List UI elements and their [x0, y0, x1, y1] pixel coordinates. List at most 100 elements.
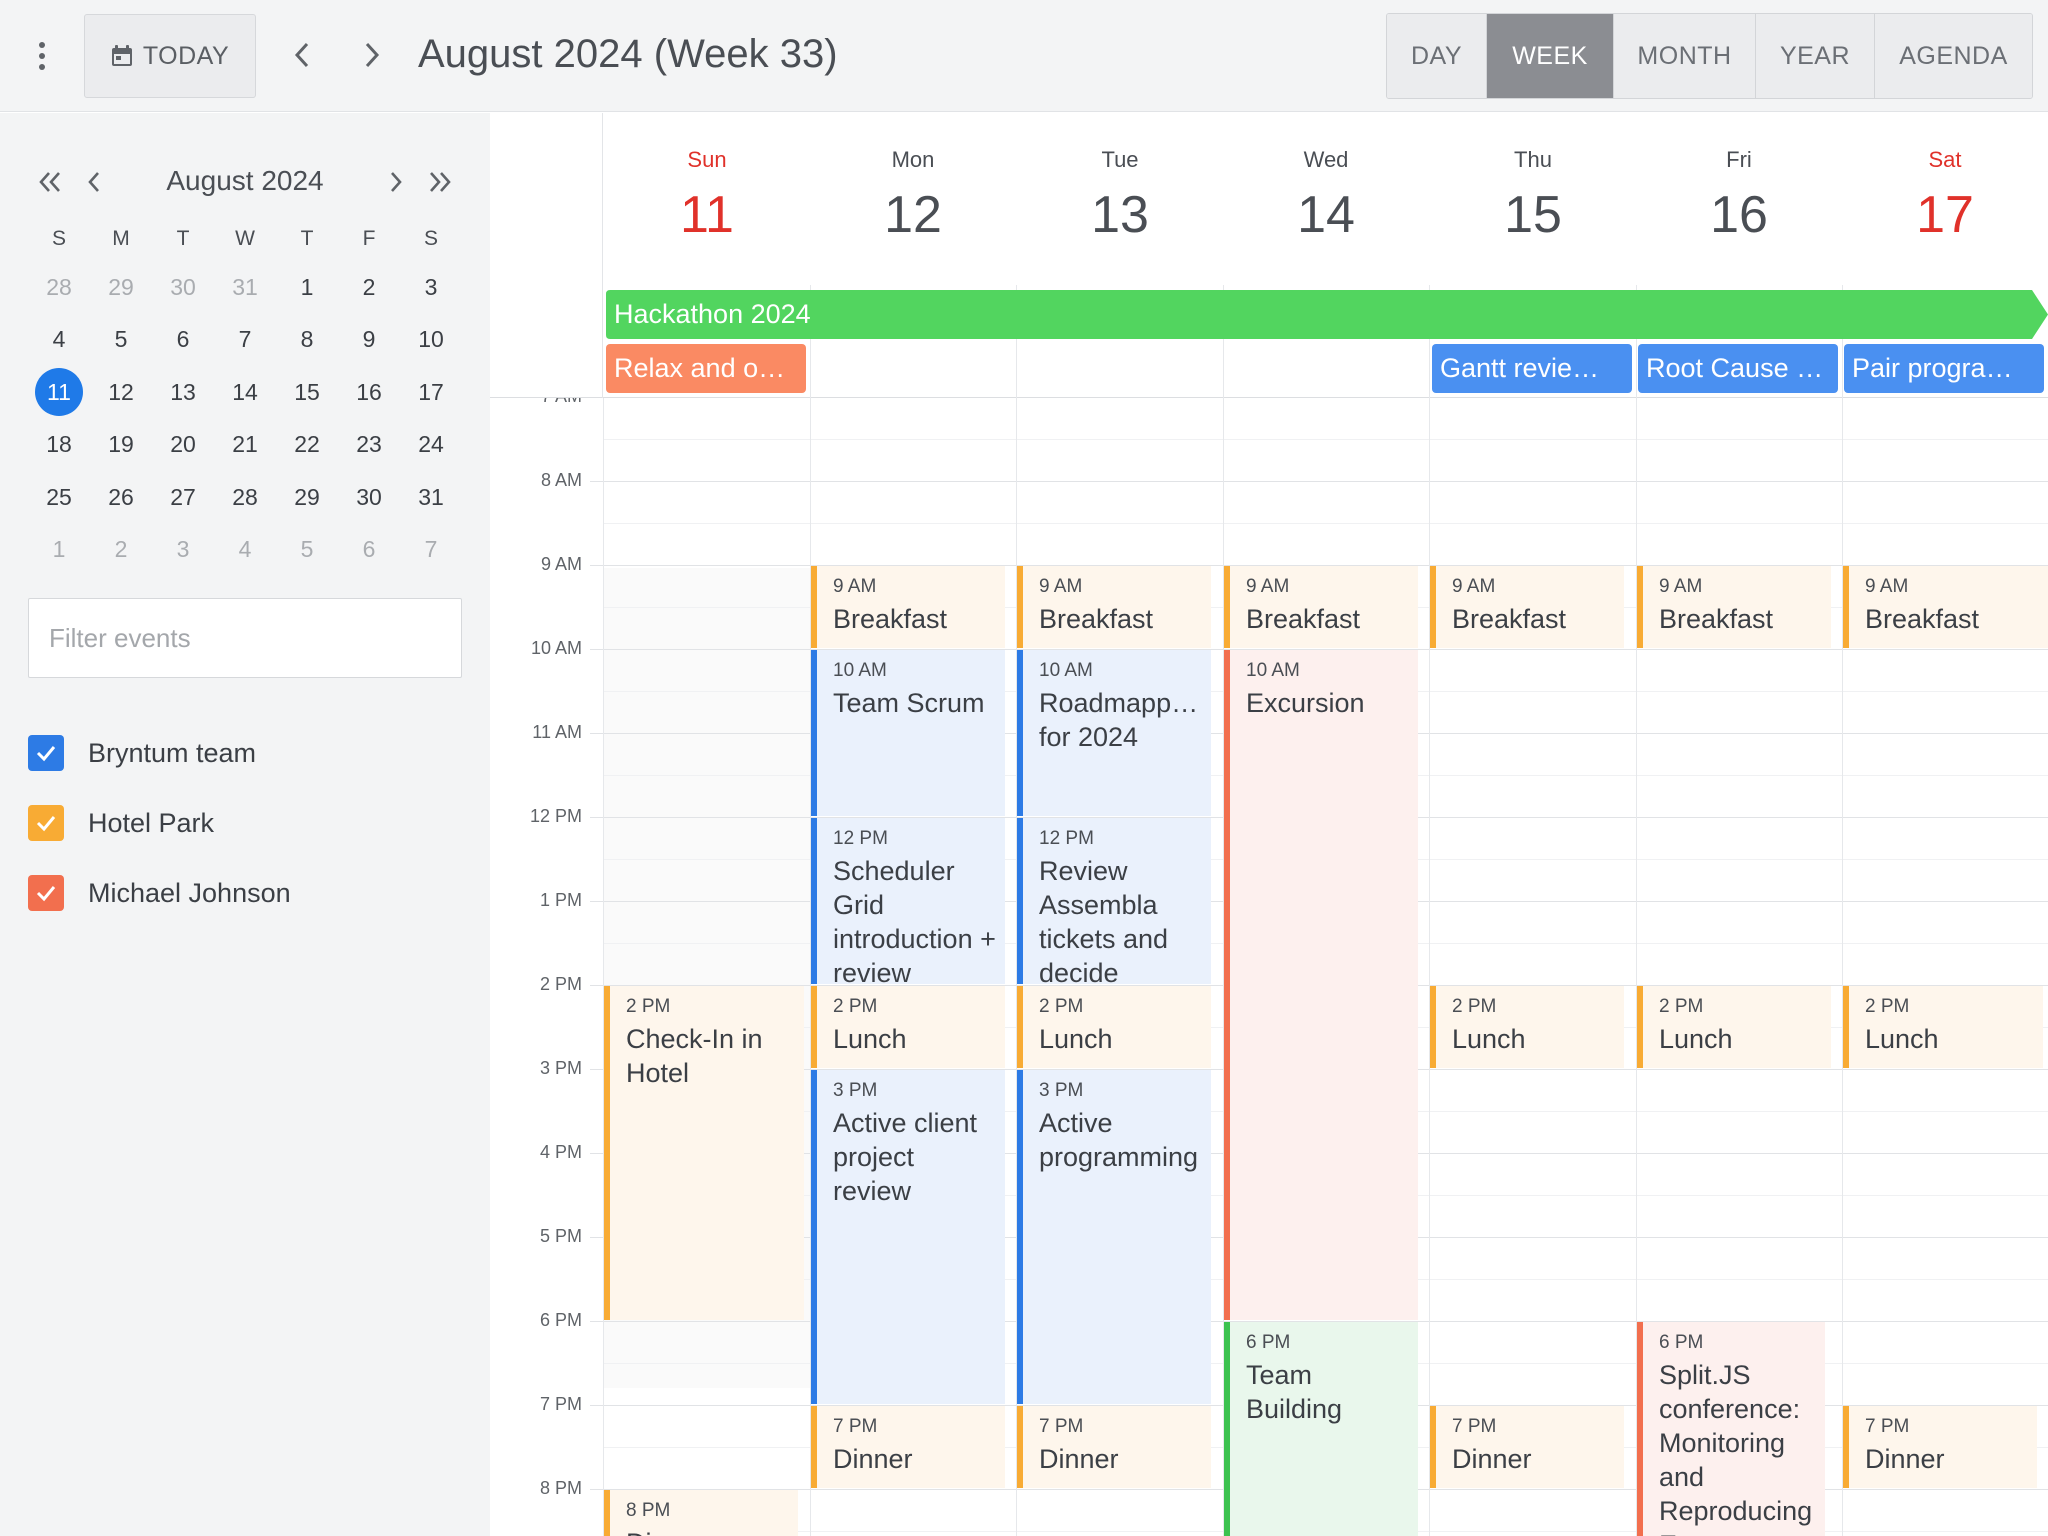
all-day-event-relax[interactable]: Relax and o…	[606, 344, 806, 393]
mini-calendar-day[interactable]: 6	[338, 524, 400, 577]
mini-calendar-day[interactable]: 26	[90, 471, 152, 524]
mini-calendar-day[interactable]: 12	[90, 366, 152, 419]
mode-day-button[interactable]: DAY	[1387, 14, 1487, 98]
event-breakfast-wed[interactable]: 9 AM Breakfast	[1224, 566, 1418, 648]
mini-calendar-day[interactable]: 4	[28, 314, 90, 367]
event-excursion[interactable]: 10 AM Excursion	[1224, 650, 1418, 1320]
next-year-button[interactable]	[420, 157, 460, 207]
checkbox-checked-icon[interactable]	[28, 735, 64, 771]
event-breakfast-fri[interactable]: 9 AM Breakfast	[1637, 566, 1831, 648]
event-review-assembla[interactable]: 12 PM Review Assembla tickets and decide	[1017, 818, 1211, 984]
today-button[interactable]: TODAY	[84, 14, 256, 98]
mini-calendar-day-selected[interactable]: 11	[28, 366, 90, 419]
event-dinner-thu[interactable]: 7 PM Dinner	[1430, 1406, 1624, 1488]
mini-calendar-day[interactable]: 7	[214, 314, 276, 367]
mini-calendar-day[interactable]: 8	[276, 314, 338, 367]
day-name: Sun	[687, 147, 727, 172]
event-lunch-thu[interactable]: 2 PM Lunch	[1430, 986, 1624, 1068]
event-team-scrum[interactable]: 10 AM Team Scrum	[811, 650, 1005, 816]
mini-calendar-day[interactable]: 30	[338, 471, 400, 524]
all-day-event-hackathon[interactable]: Hackathon 2024	[606, 290, 2048, 339]
event-scheduler-grid-intro[interactable]: 12 PM Scheduler Grid introduction + revi…	[811, 818, 1005, 984]
all-day-event-pair-programming[interactable]: Pair progra…	[1844, 344, 2044, 393]
day-header-thu[interactable]: Thu 15	[1430, 113, 1636, 285]
mini-calendar-day[interactable]: 31	[400, 471, 462, 524]
mini-calendar-day[interactable]: 20	[152, 419, 214, 472]
mode-agenda-button[interactable]: AGENDA	[1875, 14, 2032, 98]
mini-calendar-day[interactable]: 2	[90, 524, 152, 577]
mini-calendar-day[interactable]: 3	[400, 261, 462, 314]
checkbox-checked-icon[interactable]	[28, 805, 64, 841]
event-breakfast-sat[interactable]: 9 AM Breakfast	[1843, 566, 2048, 648]
event-dinner-sat[interactable]: 7 PM Dinner	[1843, 1406, 2037, 1488]
mini-calendar-day[interactable]: 28	[28, 261, 90, 314]
mini-calendar-day[interactable]: 7	[400, 524, 462, 577]
resource-item-hotel-park[interactable]: Hotel Park	[28, 788, 291, 858]
day-header-tue[interactable]: Tue 13	[1017, 113, 1223, 285]
event-active-programming[interactable]: 3 PM Active programming	[1017, 1070, 1211, 1404]
event-lunch-sat[interactable]: 2 PM Lunch	[1843, 986, 2043, 1068]
mini-calendar-day[interactable]: 28	[214, 471, 276, 524]
mini-calendar-day[interactable]: 10	[400, 314, 462, 367]
day-header-sun[interactable]: Sun 11	[604, 113, 810, 285]
event-lunch-tue[interactable]: 2 PM Lunch	[1017, 986, 1211, 1068]
mini-calendar-day[interactable]: 16	[338, 366, 400, 419]
mini-calendar-day[interactable]: 29	[276, 471, 338, 524]
more-menu-icon[interactable]	[26, 38, 58, 74]
mini-calendar-day[interactable]: 31	[214, 261, 276, 314]
mini-calendar-day[interactable]: 5	[90, 314, 152, 367]
resource-item-bryntum-team[interactable]: Bryntum team	[28, 718, 291, 788]
previous-week-button[interactable]	[280, 30, 324, 80]
next-month-button[interactable]	[376, 157, 416, 207]
mini-calendar-day[interactable]: 2	[338, 261, 400, 314]
mini-calendar-day[interactable]: 4	[214, 524, 276, 577]
mini-calendar-day[interactable]: 30	[152, 261, 214, 314]
event-breakfast-tue[interactable]: 9 AM Breakfast	[1017, 566, 1211, 648]
mini-calendar-day[interactable]: 15	[276, 366, 338, 419]
event-roadmapping[interactable]: 10 AM Roadmapp… for 2024	[1017, 650, 1211, 816]
event-dinner-mon[interactable]: 7 PM Dinner	[811, 1406, 1005, 1488]
mini-calendar-day[interactable]: 9	[338, 314, 400, 367]
event-arrow-bar	[606, 290, 2048, 339]
mini-calendar-day[interactable]: 22	[276, 419, 338, 472]
event-check-in-hotel[interactable]: 2 PM Check-In in Hotel	[604, 986, 804, 1320]
mini-calendar-day[interactable]: 1	[276, 261, 338, 314]
mini-calendar-day[interactable]: 23	[338, 419, 400, 472]
checkbox-checked-icon[interactable]	[28, 875, 64, 911]
day-header-wed[interactable]: Wed 14	[1223, 113, 1429, 285]
all-day-event-root-cause[interactable]: Root Cause …	[1638, 344, 1838, 393]
event-splitjs-conference[interactable]: 6 PM Split.JS conference: Monitoring and…	[1637, 1322, 1825, 1536]
mini-calendar-day[interactable]: 13	[152, 366, 214, 419]
filter-events-input[interactable]	[28, 598, 462, 678]
event-dinner-sun[interactable]: 8 PM Dinner	[604, 1490, 798, 1536]
resource-item-michael-johnson[interactable]: Michael Johnson	[28, 858, 291, 928]
mini-calendar-day[interactable]: 21	[214, 419, 276, 472]
day-header-mon[interactable]: Mon 12	[810, 113, 1016, 285]
all-day-event-gantt-review[interactable]: Gantt revie…	[1432, 344, 1632, 393]
event-lunch-fri[interactable]: 2 PM Lunch	[1637, 986, 1831, 1068]
mini-calendar-day[interactable]: 14	[214, 366, 276, 419]
mini-calendar-day[interactable]: 6	[152, 314, 214, 367]
day-header-sat[interactable]: Sat 17	[1842, 113, 2048, 285]
event-lunch-mon[interactable]: 2 PM Lunch	[811, 986, 1005, 1068]
mini-calendar-day[interactable]: 18	[28, 419, 90, 472]
mini-calendar-day[interactable]: 17	[400, 366, 462, 419]
mini-calendar-day[interactable]: 19	[90, 419, 152, 472]
mini-calendar-day[interactable]: 24	[400, 419, 462, 472]
mini-calendar-day[interactable]: 29	[90, 261, 152, 314]
event-active-client-review[interactable]: 3 PM Active client project review	[811, 1070, 1005, 1404]
event-breakfast-thu[interactable]: 9 AM Breakfast	[1430, 566, 1624, 648]
mode-week-button[interactable]: WEEK	[1487, 14, 1614, 98]
mini-calendar-day[interactable]: 3	[152, 524, 214, 577]
event-dinner-tue[interactable]: 7 PM Dinner	[1017, 1406, 1211, 1488]
event-team-building[interactable]: 6 PM Team Building	[1224, 1322, 1418, 1536]
mode-month-button[interactable]: MONTH	[1614, 14, 1756, 98]
mini-calendar-day[interactable]: 5	[276, 524, 338, 577]
event-breakfast-mon[interactable]: 9 AM Breakfast	[811, 566, 1005, 648]
next-week-button[interactable]	[350, 30, 394, 80]
mode-year-button[interactable]: YEAR	[1756, 14, 1875, 98]
mini-calendar-day[interactable]: 1	[28, 524, 90, 577]
mini-calendar-day[interactable]: 27	[152, 471, 214, 524]
mini-calendar-day[interactable]: 25	[28, 471, 90, 524]
day-header-fri[interactable]: Fri 16	[1636, 113, 1842, 285]
